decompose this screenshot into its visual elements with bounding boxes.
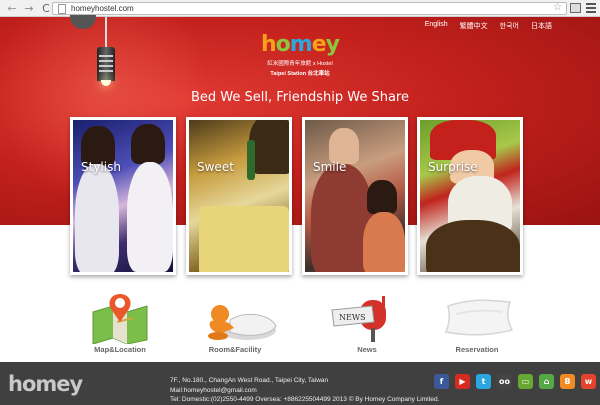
map-location-icon — [92, 294, 148, 344]
address-bar[interactable]: homeyhostel.com ☆ — [52, 2, 567, 15]
blogger-icon[interactable]: B — [560, 374, 575, 389]
lang-japanese[interactable]: 日本語 — [531, 21, 552, 31]
footer: homey 7F., No.180., ChangAn West Road., … — [0, 362, 600, 405]
back-arrow-icon[interactable]: ← — [5, 1, 19, 15]
table — [199, 206, 289, 272]
menu-icon[interactable] — [586, 3, 596, 13]
photo-caption: Sweet — [197, 160, 234, 174]
feature-label: News — [357, 345, 377, 354]
feature-label: Reservation — [455, 345, 499, 354]
logo-letter-y: y — [325, 32, 340, 57]
youtube-icon[interactable]: ▶ — [455, 374, 470, 389]
logo-letter-m: m — [289, 32, 313, 57]
person-body — [426, 220, 520, 272]
person-body — [127, 162, 173, 272]
photo-card-surprise[interactable]: Surprise — [417, 117, 523, 275]
url-text: homeyhostel.com — [71, 4, 134, 13]
photo-caption: Stylish — [81, 160, 121, 174]
pendant-lamp-icon — [97, 47, 115, 81]
weibo-icon[interactable]: w — [581, 374, 596, 389]
lang-korean[interactable]: 한국어 — [500, 21, 519, 31]
svg-text:NEWS: NEWS — [339, 313, 366, 322]
photo-caption: Surprise — [428, 160, 478, 174]
facebook-icon[interactable]: f — [434, 374, 449, 389]
room-facility-icon — [208, 305, 277, 340]
language-switcher: English 繁體中文 한국어 日本語 — [425, 21, 552, 31]
person-body — [363, 212, 405, 272]
reload-icon[interactable]: C — [39, 1, 53, 15]
logo-wordmark: homey — [258, 34, 342, 56]
mail-line: Mail:homeyhostel@gmail.com — [170, 386, 257, 394]
reservation-pillow-icon — [444, 299, 514, 336]
logo-letter-h: h — [261, 32, 277, 57]
lamp-cord — [105, 17, 107, 49]
home-icon[interactable]: ⌂ — [539, 374, 554, 389]
lang-traditional-chinese[interactable]: 繁體中文 — [460, 21, 488, 31]
photo-card-smile[interactable]: Smile — [302, 117, 408, 275]
logo-letter-o: o — [275, 32, 291, 57]
person-head — [131, 124, 165, 164]
photo-caption: Smile — [313, 160, 347, 174]
contact-info: 7F., No.180., ChangAn West Road., Taipei… — [170, 376, 439, 405]
person-head — [329, 128, 359, 164]
page-icon — [58, 3, 66, 14]
person-head — [367, 180, 397, 214]
bookmark-star-icon[interactable]: ☆ — [553, 2, 562, 13]
logo-station-line: Taipei Station 台北車站 — [270, 71, 330, 77]
tripadvisor-icon[interactable]: oo — [497, 374, 512, 389]
address-line: 7F., No.180., ChangAn West Road., Taipei… — [170, 377, 329, 384]
extension-icon[interactable] — [570, 3, 581, 13]
person-head — [249, 120, 289, 174]
photo-card-stylish[interactable]: Stylish — [70, 117, 176, 275]
logo-letter-e: e — [311, 32, 327, 57]
news-mailbox-icon: NEWS — [331, 296, 386, 342]
person-body — [75, 164, 119, 272]
feature-label: Room&Facility — [208, 345, 262, 354]
logo-subtitle: 紅米國際青年旅館 x Hostel — [267, 61, 333, 67]
bottle — [247, 140, 255, 180]
twitter-icon[interactable]: t — [476, 374, 491, 389]
footer-logo[interactable]: homey — [8, 372, 83, 396]
photo-card-sweet[interactable]: Sweet — [186, 117, 292, 275]
homey-logo[interactable]: homey 紅米國際青年旅館 x Hostel Taipei Station 台… — [258, 34, 342, 78]
feature-label: Map&Location — [94, 345, 146, 354]
lang-english[interactable]: English — [425, 21, 448, 31]
forward-arrow-icon[interactable]: → — [22, 1, 36, 15]
tagline: Bed We Sell, Friendship We Share — [191, 90, 409, 105]
hostel-booking-icon[interactable]: ▭ — [518, 374, 533, 389]
tel-line: Tel: Domestic:(02)2550-4499 Oversea: +88… — [170, 396, 440, 403]
